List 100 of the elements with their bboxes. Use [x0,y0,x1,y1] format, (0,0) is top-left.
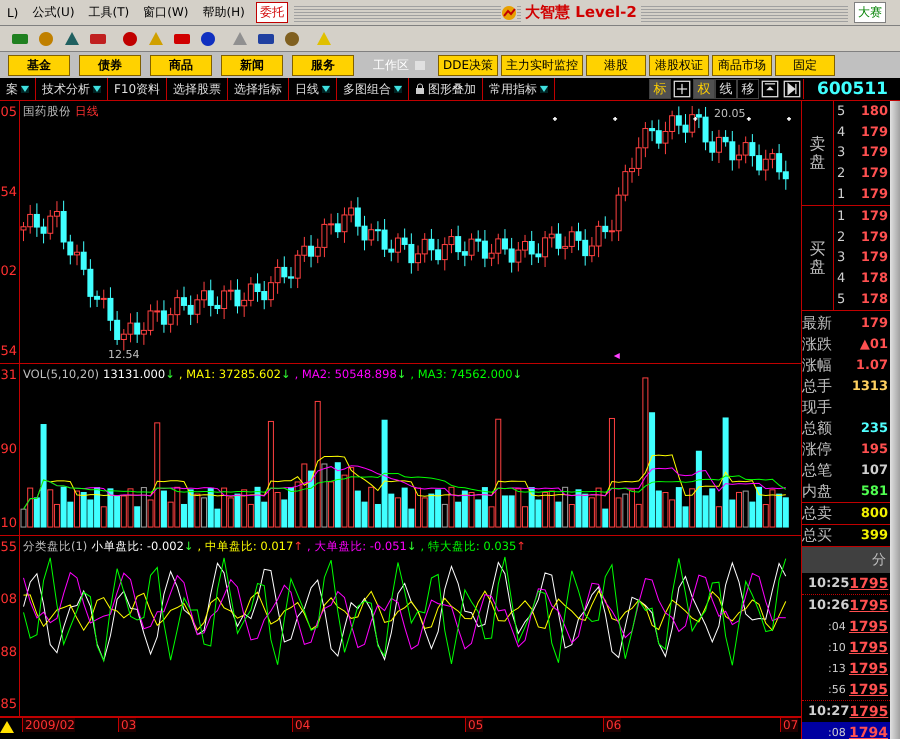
event-marker-icon[interactable] [552,116,558,122]
nav-button[interactable]: 港股权证 [649,54,710,76]
tick-row[interactable]: :13 1795 [802,658,890,679]
menu-item[interactable]: 帮助(H) [195,4,252,21]
stat-label: 总手 [802,377,832,396]
menu-item[interactable]: 窗口(W) [136,4,196,21]
chart-tool-button[interactable]: 权 [693,79,715,99]
contest-button[interactable]: 大赛 [854,2,886,23]
stat-label: 总买 [802,526,832,545]
tick-row[interactable]: :56 1795 [802,679,890,700]
level-number: 3 [837,250,846,266]
date-label: 2009/02 [22,718,75,732]
level-number: 4 [837,124,846,140]
low-price-label: 12.54 [108,348,140,361]
triangle-icon [0,721,14,733]
tick-row[interactable]: :08 1794 [802,722,890,739]
stat-label: 涨跌 [802,335,832,354]
level-number: 2 [837,166,846,182]
scrollbar[interactable] [890,101,900,739]
tick-row[interactable]: :04 1795 [802,616,890,637]
tick-time: :08 [827,726,846,739]
axis-label: 55 [0,540,18,555]
nav-button[interactable]: 固定 [775,54,836,76]
level-number: 2 [837,230,846,245]
tick-price: 1795 [849,640,888,656]
nav-button[interactable]: 服务 [292,54,354,76]
nav-button[interactable]: 商品市场 [712,54,772,76]
indicator-value: , MA3: 74562.000↓ [410,367,522,381]
event-marker-icon[interactable] [692,116,698,122]
stock-name: 国药股份 [23,104,71,119]
tick-row[interactable]: :10 1795 [802,637,890,658]
menu-item[interactable]: 公式(U) [25,4,82,21]
stat-value: 195 [860,442,888,457]
date-label: 07 [780,718,798,732]
indicator-value: 小单盘比: -0.002↓ [91,539,194,554]
stat-label: 总笔 [802,461,832,480]
stat-label: 总卖 [802,504,832,523]
stat-label: 总额 [802,419,832,438]
chart-tool-button[interactable]: 标 [649,79,671,99]
tick-time: 10:26 [807,598,850,613]
chart-tool-button[interactable]: 移 [737,79,759,99]
indicator-value: , 中单盘比: 0.017↑ [198,539,303,554]
tick-time: :13 [827,662,846,675]
nav-button[interactable]: 港股 [586,54,646,76]
nav-button[interactable]: 基金 [8,54,70,76]
stat-value: 179 [860,316,888,331]
axis-label: 85 [0,696,18,712]
chart-tool-button[interactable]: 线 [715,79,737,99]
axis-label: 90 [0,442,18,457]
play-end-icon[interactable] [783,80,801,98]
date-label: 04 [292,718,310,732]
menu-item[interactable]: 工具(T) [82,4,136,21]
level-number: 5 [837,292,846,308]
tick-row[interactable]: 10:251795 [802,573,890,594]
axis-label: 08 [0,592,18,608]
stat-value: 399 [860,528,888,543]
indicator-value: , 大单盘比: -0.051↓ [306,539,417,554]
entrust-button[interactable]: 委托 [256,2,288,23]
quote-price: 179 [860,166,888,182]
stat-value: 235 [860,421,888,436]
nav-button[interactable]: 商品 [150,54,212,76]
quote-price: 179 [860,250,888,266]
event-marker-icon[interactable] [786,116,792,122]
window-restore-icon[interactable] [761,80,779,98]
crosshair-box-icon[interactable] [673,80,691,98]
quote-price: 179 [860,230,888,245]
tick-time: :04 [827,620,846,633]
tick-price: 1795 [849,618,888,634]
tick-price: 1795 [849,704,888,720]
lock-icon [415,83,426,95]
date-label: 06 [603,718,622,732]
axis-label: 88 [0,644,18,660]
date-label: 03 [118,718,136,732]
tick-time: 10:27 [807,704,850,719]
stat-value: 1313 [852,379,888,394]
stat-label: 现手 [802,398,832,417]
caret-icon [322,85,330,93]
nav-button[interactable]: 主力实时监控 [501,54,584,76]
nav-button[interactable]: DDE决策 [438,54,498,76]
tick-price: 1795 [849,576,888,592]
stat-value: ▲01 [860,337,888,352]
quote-price: 178 [860,292,888,308]
book-label: 买盘 [810,240,826,276]
nav-button[interactable]: 新闻 [221,54,283,76]
indicator-value: , 特大盘比: 0.035↑ [420,539,526,554]
tick-time: :56 [827,683,846,696]
quote-price: 179 [860,145,888,160]
app-title: 大智慧 Level-2 [521,3,641,22]
caret-icon [93,85,101,93]
axis-label: 54 [0,184,18,200]
tick-time: :10 [827,641,846,654]
ticks-header: 分 [802,547,890,573]
nav-button[interactable]: 债券 [79,54,141,76]
indicator-title: VOL(5,10,20) [23,367,99,381]
event-marker-icon[interactable] [746,116,752,122]
menu-item[interactable]: L) [0,6,26,20]
quote-price: 179 [860,124,888,140]
event-marker-icon[interactable] [612,116,618,122]
tick-price: 1795 [849,660,888,676]
stat-value: 107 [860,463,888,478]
